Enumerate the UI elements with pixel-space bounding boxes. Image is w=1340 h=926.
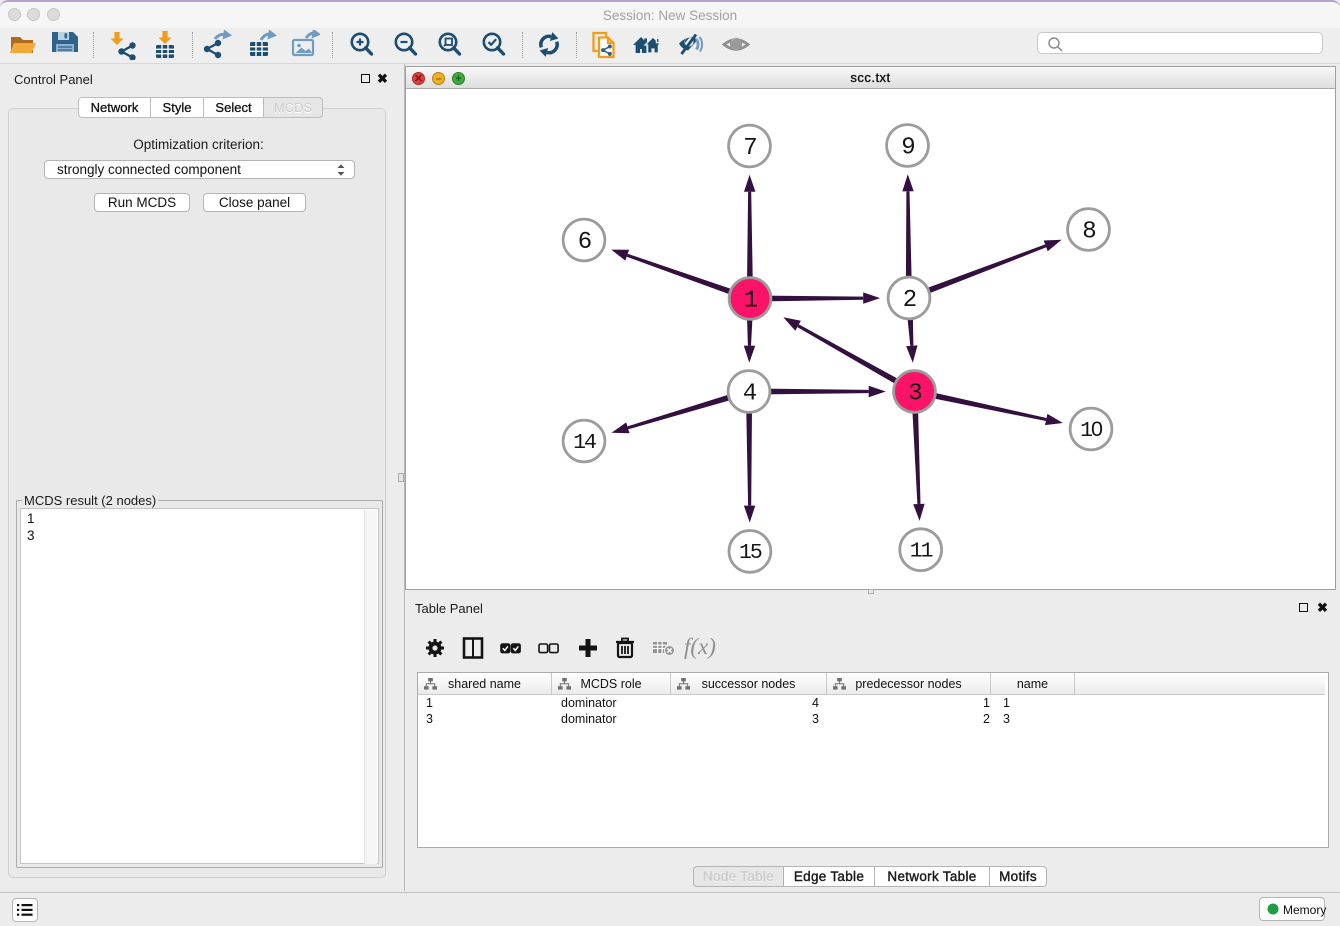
svg-text:8: 8 bbox=[1082, 218, 1095, 245]
svg-text:6: 6 bbox=[578, 229, 591, 256]
svg-text:1: 1 bbox=[744, 287, 758, 314]
svg-text:15: 15 bbox=[739, 541, 762, 565]
svg-text:7: 7 bbox=[743, 135, 756, 162]
svg-text:2: 2 bbox=[903, 287, 916, 314]
svg-text:3: 3 bbox=[908, 380, 921, 407]
svg-text:f(x): f(x) bbox=[684, 634, 716, 659]
svg-text:4: 4 bbox=[743, 380, 757, 407]
svg-text:14: 14 bbox=[573, 431, 596, 455]
svg-text:10: 10 bbox=[1080, 417, 1103, 443]
svg-text:9: 9 bbox=[901, 134, 914, 161]
svg-text:11: 11 bbox=[910, 540, 933, 564]
